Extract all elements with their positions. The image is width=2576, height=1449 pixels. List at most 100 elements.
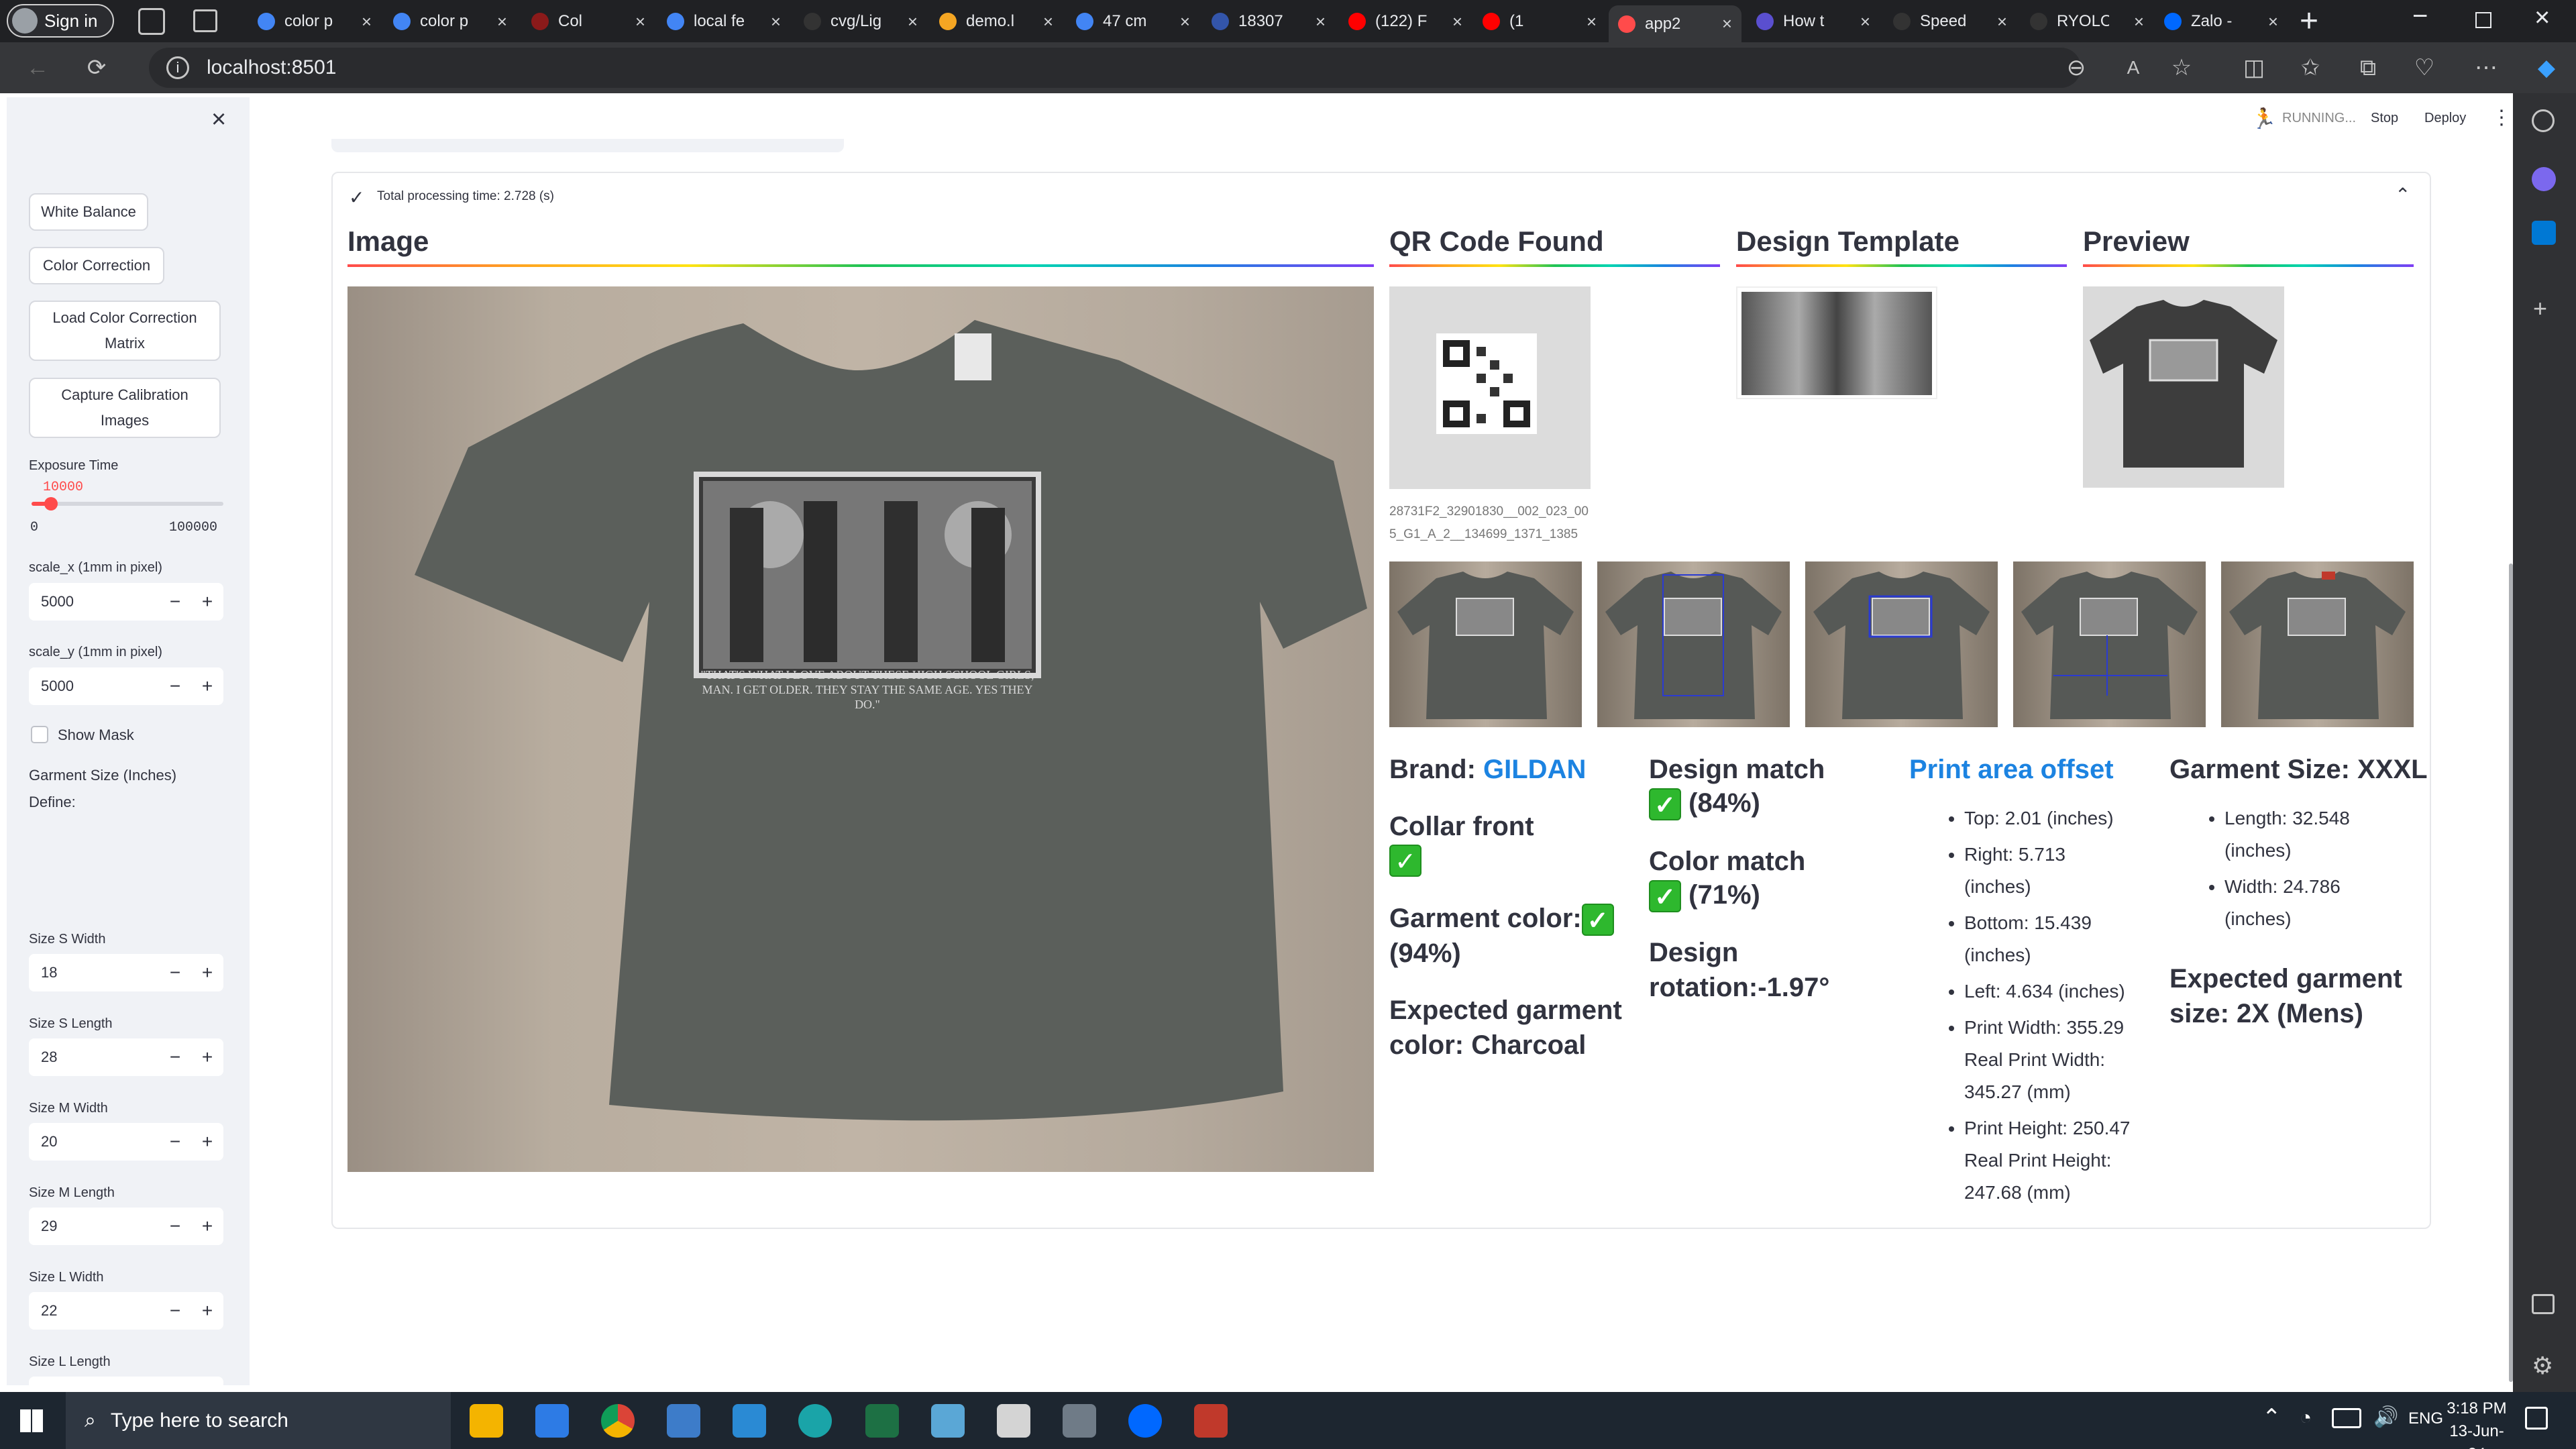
browser-tab[interactable]: How t ×	[1747, 5, 1880, 38]
close-tab-icon[interactable]: ×	[908, 11, 918, 32]
volume-icon[interactable]: 🔊	[2373, 1405, 2398, 1429]
increment-button[interactable]: +	[191, 1300, 223, 1322]
decrement-button[interactable]: −	[159, 1300, 191, 1322]
browser-tab[interactable]: RYOLO ×	[2021, 5, 2153, 38]
zoom-icon[interactable]: ⊖	[2063, 54, 2090, 81]
close-tab-icon[interactable]: ×	[1860, 11, 1870, 32]
restore-button[interactable]	[2475, 12, 2491, 28]
settings-gear-icon[interactable]: ⚙	[2532, 1352, 2553, 1380]
notification-icon[interactable]	[2525, 1407, 2548, 1430]
decrement-button[interactable]: −	[159, 1216, 191, 1237]
windows-start-icon[interactable]	[20, 1409, 43, 1432]
size-input-value[interactable]: 20	[29, 1133, 159, 1150]
snipping-tool-icon[interactable]	[997, 1404, 1030, 1438]
vscode-icon[interactable]	[733, 1404, 766, 1438]
taskbar-search-box[interactable]: ⌕ Type here to search	[66, 1392, 451, 1449]
back-icon[interactable]: ←	[24, 54, 51, 81]
close-tab-icon[interactable]: ×	[1722, 13, 1732, 34]
flag-app-icon[interactable]	[1194, 1404, 1228, 1438]
file-explorer-icon[interactable]	[470, 1404, 503, 1438]
browser-tab[interactable]: local fe ×	[657, 5, 790, 38]
size-input-value[interactable]: 18	[29, 964, 159, 981]
close-tab-icon[interactable]: ×	[1316, 11, 1326, 32]
close-tab-icon[interactable]: ×	[362, 11, 372, 32]
close-tab-icon[interactable]: ×	[1180, 11, 1190, 32]
scale-y-value[interactable]: 5000	[29, 678, 159, 695]
favorites-icon[interactable]: ✩	[2297, 54, 2324, 81]
increment-button[interactable]: +	[191, 962, 223, 983]
screenshot-icon[interactable]	[2532, 1294, 2555, 1314]
capture-calibration-button[interactable]: Capture Calibration Images	[29, 378, 221, 438]
browser-tab[interactable]: color p ×	[384, 5, 517, 38]
minimize-button[interactable]: −	[2412, 1, 2428, 32]
browser-tab[interactable]: Col ×	[522, 5, 655, 38]
split-screen-icon[interactable]: ◫	[2241, 54, 2267, 81]
collapse-chevron-icon[interactable]: ⌃	[2395, 184, 2410, 206]
taskbar-clock[interactable]: 3:18 PM 13-Jun-24	[2442, 1397, 2512, 1449]
size-input[interactable]: 29− +	[29, 1208, 223, 1245]
increment-button[interactable]: +	[191, 1216, 223, 1237]
copilot-icon[interactable]: ◆	[2533, 54, 2560, 81]
stop-button[interactable]: Stop	[2371, 111, 2398, 126]
favorite-star-icon[interactable]: ☆	[2168, 54, 2195, 81]
remote-desktop-icon[interactable]	[667, 1404, 700, 1438]
decrement-button[interactable]: −	[159, 1131, 191, 1152]
size-input[interactable]: 28− +	[29, 1038, 223, 1076]
scale-y-input[interactable]: 5000− +	[29, 667, 223, 705]
white-balance-button[interactable]: White Balance	[29, 193, 148, 231]
browser-tab[interactable]: app2 ×	[1609, 5, 1741, 42]
increment-button[interactable]: +	[191, 1131, 223, 1152]
browser-tab[interactable]: (1 ×	[1473, 5, 1606, 38]
decrement-button[interactable]: −	[159, 1046, 191, 1068]
read-aloud-icon[interactable]: A	[2120, 54, 2147, 81]
close-window-button[interactable]: ×	[2534, 3, 2550, 33]
increment-button[interactable]: +	[191, 676, 223, 697]
wifi-icon[interactable]: ◔	[2300, 1407, 2312, 1430]
edge-icon[interactable]	[798, 1404, 832, 1438]
notepad-icon[interactable]	[931, 1404, 965, 1438]
decrement-button[interactable]: −	[159, 591, 191, 612]
language-indicator[interactable]: ENG	[2408, 1409, 2443, 1428]
browser-tab[interactable]: Speed ×	[1884, 5, 2017, 38]
close-tab-icon[interactable]: ×	[497, 11, 507, 32]
close-tab-icon[interactable]: ×	[1452, 11, 1462, 32]
new-tab-button[interactable]: +	[2300, 3, 2318, 40]
close-tab-icon[interactable]: ×	[1997, 11, 2007, 32]
size-input[interactable]: 20− +	[29, 1123, 223, 1161]
decrement-button[interactable]: −	[159, 676, 191, 697]
store-icon[interactable]	[535, 1404, 569, 1438]
size-input-value[interactable]: 29	[29, 1218, 159, 1235]
keyboard-icon[interactable]	[2332, 1408, 2361, 1428]
scale-x-input[interactable]: 5000− +	[29, 583, 223, 621]
close-sidebar-icon[interactable]: ×	[211, 105, 226, 134]
tab-actions-icon[interactable]	[193, 9, 217, 32]
scale-x-value[interactable]: 5000	[29, 593, 159, 610]
calculator-icon[interactable]	[1063, 1404, 1096, 1438]
size-input[interactable]: 22− +	[29, 1292, 223, 1330]
outlook-icon[interactable]	[2532, 221, 2556, 245]
increment-button[interactable]: +	[191, 591, 223, 612]
close-tab-icon[interactable]: ×	[771, 11, 781, 32]
exposure-slider-track[interactable]	[32, 497, 223, 511]
browser-tab[interactable]: 18307 ×	[1202, 5, 1335, 38]
size-input-value[interactable]: 28	[29, 1049, 159, 1066]
close-tab-icon[interactable]: ×	[1043, 11, 1053, 32]
url-field[interactable]: i localhost:8501	[149, 48, 2081, 88]
main-scrollbar[interactable]	[2509, 564, 2513, 1382]
chrome-icon[interactable]	[601, 1404, 635, 1438]
browser-tab[interactable]: cvg/Lig ×	[794, 5, 927, 38]
close-tab-icon[interactable]: ×	[635, 11, 645, 32]
size-input-value[interactable]: 22	[29, 1302, 159, 1320]
refresh-icon[interactable]: ⟳	[83, 54, 110, 81]
decrement-button[interactable]: −	[159, 962, 191, 983]
workspaces-icon[interactable]	[138, 8, 165, 35]
browser-tab[interactable]: Zalo - ×	[2155, 5, 2288, 38]
close-tab-icon[interactable]: ×	[2268, 11, 2278, 32]
zalo-icon[interactable]	[1128, 1404, 1162, 1438]
shopping-icon[interactable]	[2532, 167, 2556, 191]
add-icon[interactable]: +	[2533, 294, 2547, 323]
performance-icon[interactable]: ♡	[2411, 54, 2438, 81]
load-color-matrix-button[interactable]: Load Color Correction Matrix	[29, 301, 221, 361]
close-tab-icon[interactable]: ×	[2134, 11, 2144, 32]
main-menu-icon[interactable]: ⋮	[2491, 106, 2512, 129]
